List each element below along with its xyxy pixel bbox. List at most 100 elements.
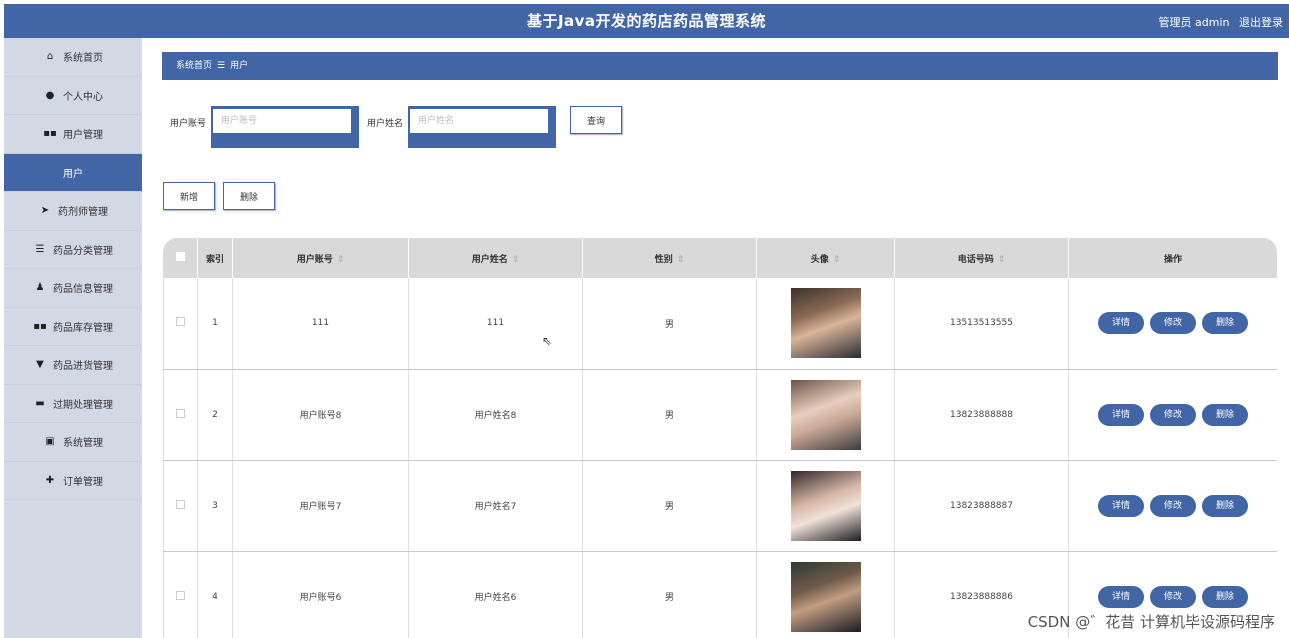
header-name[interactable]: 用户姓名 ⇕ [408,238,583,278]
row-checkbox[interactable] [176,317,185,327]
breadcrumb-separator: ☰ [217,61,226,71]
row-checkbox[interactable] [176,499,185,509]
avatar[interactable] [790,379,861,450]
name-field-wrap [408,106,557,148]
sidebar-item-user-management[interactable]: ▪▪ 用户管理 [4,115,142,154]
edit-button[interactable]: 修改 [1149,403,1196,426]
sidebar-item-drug-stock[interactable]: ▪▪ 药品库存管理 [4,308,142,346]
header-avatar[interactable]: 头像 ⇕ [756,238,895,278]
app-title: 基于Java开发的药店药品管理系统 [526,12,767,30]
remove-button[interactable]: 删除 [1202,585,1249,608]
select-all-checkbox[interactable] [176,252,185,261]
cell-account: 用户账号8 [232,369,409,461]
mouse-cursor-icon: ⇖ [542,334,553,348]
query-button[interactable]: 查询 [570,106,623,134]
sidebar-item-pharmacist[interactable]: ➤ 药剂师管理 [4,192,142,231]
action-bar: 新增 删除 [163,182,276,210]
sidebar-item-label: 个人中心 [63,91,103,103]
edit-button[interactable]: 修改 [1149,494,1196,517]
sort-icon[interactable]: ⇕ [677,255,685,265]
cell-index: 3 [197,460,233,552]
avatar[interactable] [790,288,861,359]
breadcrumb-current: 用户 [230,61,249,71]
monitor-icon: ▬ [35,397,45,409]
detail-button[interactable]: 详情 [1097,585,1144,608]
sidebar-item-label: 药品库存管理 [53,322,113,334]
header-account-label: 用户账号 [296,254,333,265]
detail-button[interactable]: 详情 [1097,312,1144,335]
thumb-icon: ✚ [45,474,55,486]
sidebar-item-home[interactable]: ⌂ 系统首页 [4,38,142,77]
edit-button[interactable]: 修改 [1149,585,1196,608]
row-checkbox[interactable] [176,590,185,600]
select-all-cell[interactable] [163,238,198,278]
add-button[interactable]: 新增 [163,182,216,210]
sidebar-item-label: 药剂师管理 [58,207,108,219]
detail-button[interactable]: 详情 [1097,403,1144,426]
cell-index: 1 [197,278,233,370]
detail-button[interactable]: 详情 [1097,494,1144,517]
remove-button[interactable]: 删除 [1202,312,1249,335]
cell-name: 用户姓名6 [408,551,583,638]
sort-icon[interactable]: ⇕ [998,255,1006,265]
header-account[interactable]: 用户账号 ⇕ [232,238,409,278]
account-input[interactable] [213,109,352,133]
sidebar-item-label: 过期处理管理 [53,399,113,411]
sort-icon[interactable]: ⇕ [512,255,520,265]
sidebar-item-label: 用户管理 [63,130,103,142]
cell-gender: 男 [582,369,757,461]
cup-icon: ▼ [36,359,44,371]
breadcrumb: 系统首页 ☰ 用户 [162,52,1278,80]
cell-name: 111 [408,278,583,370]
cell-phone: 13823888888 [894,369,1069,461]
sidebar-item-label: 订单管理 [63,476,103,488]
remove-button[interactable]: 删除 [1202,403,1249,426]
cell-account: 用户账号7 [232,460,409,552]
cell-avatar [756,460,895,552]
cell-phone: 13513513555 [894,278,1069,370]
header-avatar-label: 头像 [810,254,829,265]
grid-icon: ▪▪ [33,320,47,332]
header-phone[interactable]: 电话号码 ⇕ [894,238,1069,278]
row-select[interactable] [163,551,198,638]
sidebar: ⌂ 系统首页 ● 个人中心 ▪▪ 用户管理 用户 ➤ 药剂师管理 ☰ 药品分类管理 ♟ 药品… [4,38,142,638]
watermark: CSDN @゛花昔 计算机毕设源码程序 [1027,613,1275,631]
avatar[interactable] [790,470,861,541]
sidebar-item-profile[interactable]: ● 个人中心 [4,77,142,115]
cell-index: 4 [197,551,233,638]
sidebar-item-drug-purchase[interactable]: ▼ 药品进货管理 [4,346,142,385]
send-icon: ➤ [40,205,50,217]
header-name-label: 用户姓名 [471,254,508,265]
row-select[interactable] [163,369,198,461]
sidebar-item-orders[interactable]: ✚ 订单管理 [4,462,142,500]
cell-ops: 详情 修改 删除 [1068,278,1277,370]
avatar[interactable] [790,561,861,632]
delete-button[interactable]: 删除 [223,182,276,210]
row-select[interactable] [163,278,198,370]
edit-button[interactable]: 修改 [1149,312,1196,335]
cell-avatar [756,369,895,461]
sidebar-item-drug-info[interactable]: ♟ 药品信息管理 [4,269,142,308]
sidebar-item-users[interactable]: 用户 [4,153,142,192]
main-content: 系统首页 ☰ 用户 用户账号 用户姓名 查询 新增 删除 索引 用户账号 ⇕ 用户姓名 [142,38,1289,638]
search-bar: 用户账号 用户姓名 查询 [170,106,623,148]
sidebar-item-system[interactable]: ▣ 系统管理 [4,423,142,462]
sidebar-item-drug-category[interactable]: ☰ 药品分类管理 [4,231,142,269]
sort-icon[interactable]: ⇕ [833,255,841,265]
breadcrumb-home[interactable]: 系统首页 [176,61,212,71]
user-area: 管理员 admin 退出登录 [1153,14,1283,30]
sidebar-item-expired[interactable]: ▬ 过期处理管理 [4,385,142,423]
person-icon: ♟ [35,282,45,294]
logout-link[interactable]: 退出登录 [1239,16,1283,29]
cell-gender: 男 [582,551,757,638]
name-input[interactable] [410,109,549,133]
sort-icon[interactable]: ⇕ [337,255,345,265]
cell-avatar [756,278,895,370]
user-icon: ● [45,89,55,101]
remove-button[interactable]: 删除 [1202,494,1249,517]
header-gender[interactable]: 性别 ⇕ [582,238,757,278]
row-checkbox[interactable] [176,408,185,418]
sidebar-item-label: 用户 [63,168,83,180]
row-select[interactable] [163,460,198,552]
sliders-icon: ☰ [35,243,45,255]
